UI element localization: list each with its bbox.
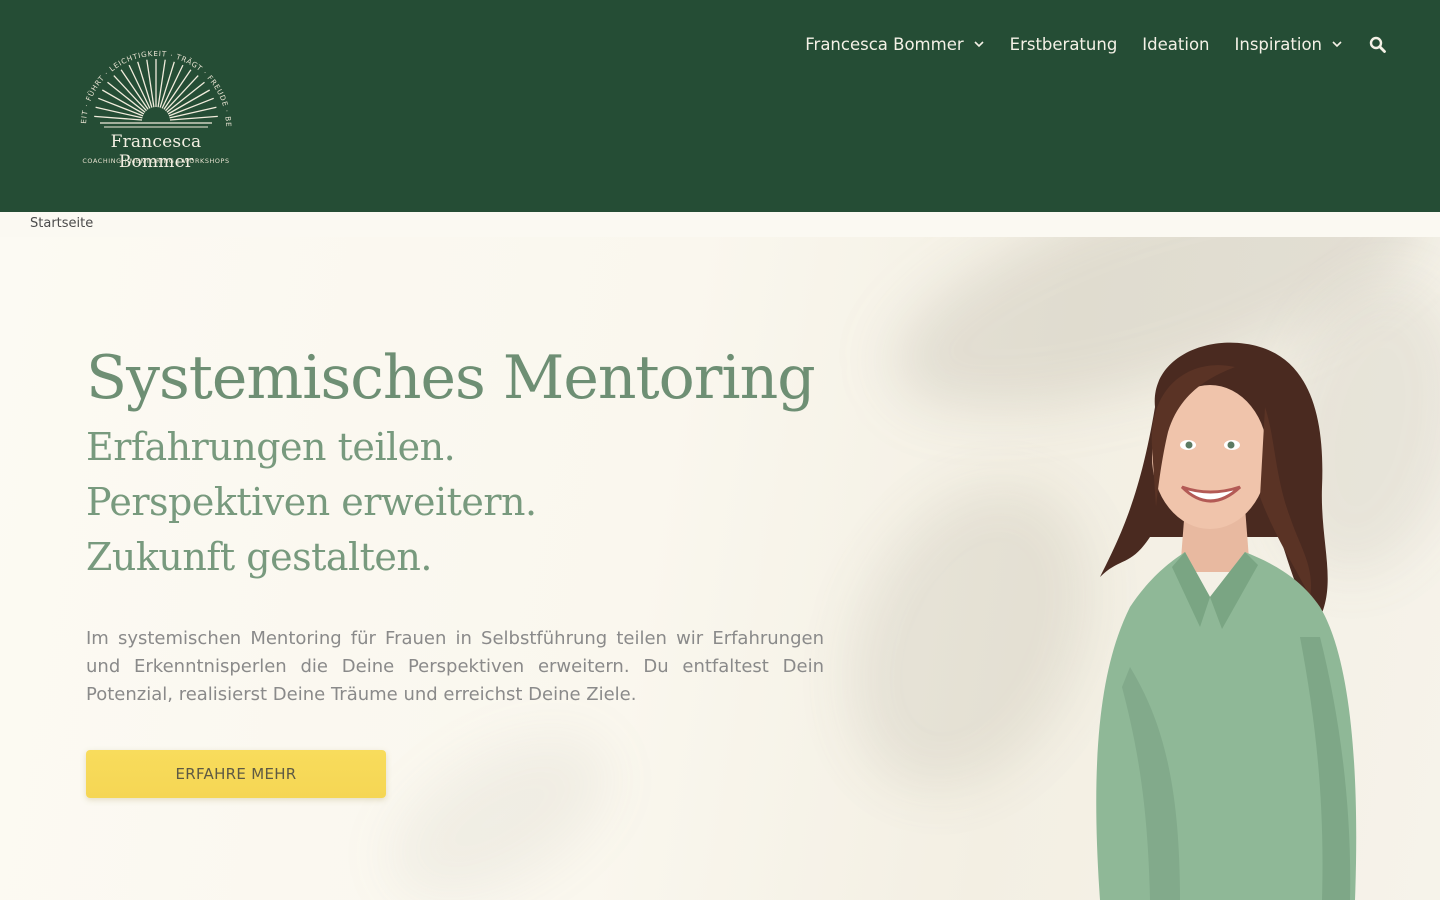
logo-ray <box>169 115 218 121</box>
search-icon[interactable] <box>1369 36 1386 53</box>
site-header: KLARHEIT · FÜHRT · LEICHTIGKEIT · TRÄGT … <box>0 0 1440 212</box>
hero-subline-2: Perspektiven erweitern. <box>86 480 537 524</box>
hero-description: Im systemischen Mentoring für Frauen in … <box>86 628 824 705</box>
nav-item-ideation[interactable]: Ideation <box>1142 33 1209 55</box>
main-navigation: Francesca Bommer Erstberatung Ideation I… <box>805 33 1386 55</box>
chevron-down-icon <box>1332 41 1342 48</box>
hero-section: Systemisches Mentoring Erfahrungen teile… <box>0 237 1440 900</box>
hero-title: Systemisches Mentoring <box>86 343 816 413</box>
brand-logo[interactable]: KLARHEIT · FÜHRT · LEICHTIGKEIT · TRÄGT … <box>78 44 234 172</box>
nav-item-label: Francesca Bommer <box>805 34 964 54</box>
learn-more-button[interactable]: ERFAHRE MEHR <box>86 750 386 798</box>
logo-ray <box>94 115 143 121</box>
chevron-down-icon <box>974 41 984 48</box>
nav-item-erstberatung[interactable]: Erstberatung <box>1010 33 1118 55</box>
sunburst-logo-icon: KLARHEIT · FÜHRT · LEICHTIGKEIT · TRÄGT … <box>78 44 232 128</box>
logo-ray <box>157 59 166 108</box>
brand-tagline: COACHING | MENTORING | WORKSHOPS <box>82 157 230 165</box>
hero-subline-3: Zukunft gestalten. <box>86 535 432 579</box>
nav-item-inspiration[interactable]: Inspiration <box>1235 33 1343 55</box>
logo-ray <box>137 61 153 108</box>
nav-item-francesca-bommer[interactable]: Francesca Bommer <box>805 33 984 55</box>
hero-subline-1: Erfahrungen teilen. <box>86 425 456 469</box>
breadcrumb[interactable]: Startseite <box>30 216 93 231</box>
cta-label: ERFAHRE MEHR <box>175 765 297 783</box>
breadcrumb-home[interactable]: Startseite <box>30 216 93 231</box>
logo-ray <box>146 59 155 108</box>
brand-name: Francesca Bommer <box>110 132 202 172</box>
nav-item-label: Ideation <box>1142 34 1210 54</box>
nav-item-label: Inspiration <box>1234 34 1322 54</box>
nav-item-label: Erstberatung <box>1009 34 1118 54</box>
leaf-shadow-decoration <box>366 705 634 900</box>
portrait-image <box>1096 342 1357 900</box>
logo-ray <box>159 61 175 108</box>
